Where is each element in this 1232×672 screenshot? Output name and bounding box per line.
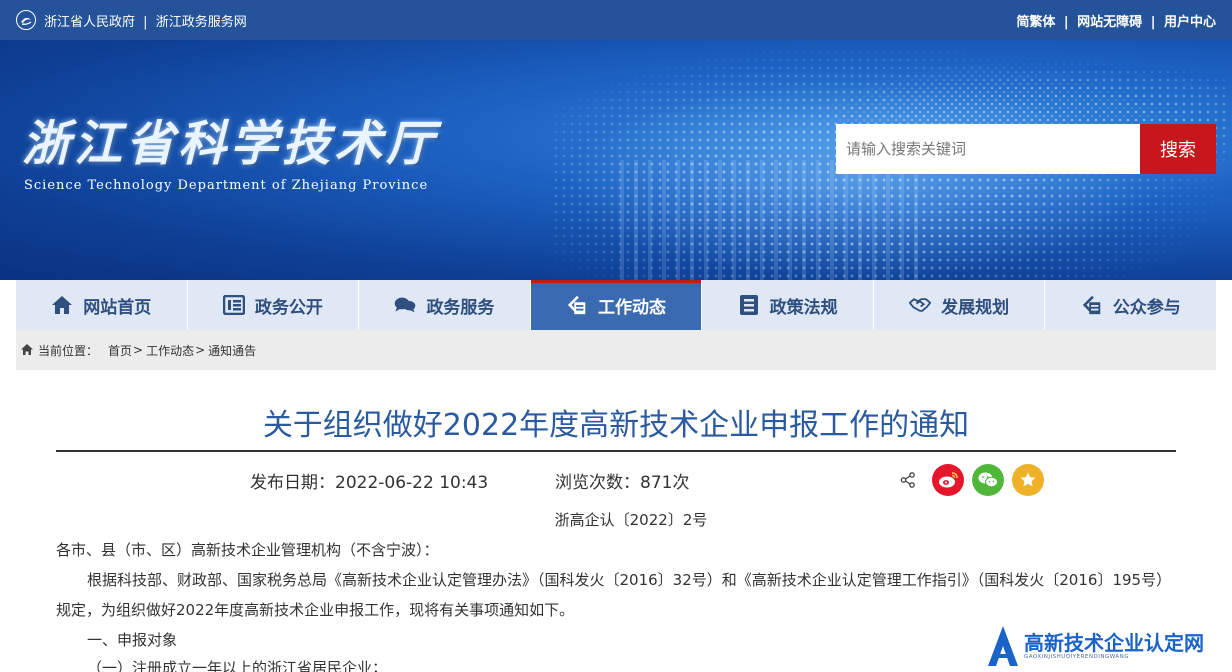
watermark: 高新技术企业认定网 GAOXINJISHUQIYERENDINGWANG	[986, 620, 1232, 672]
document-number: 浙高企认〔2022〕2号	[554, 511, 708, 529]
breadcrumb-home[interactable]: 首页	[108, 342, 132, 359]
top-bar-right: 简繁体 | 网站无障碍 | 用户中心	[1016, 11, 1216, 30]
article-paragraph: （一）注册成立一年以上的浙江省居民企业；	[87, 659, 388, 672]
nav-item-label: 政务公开	[254, 297, 323, 318]
nav-item-label: 公众参与	[1112, 297, 1181, 318]
watermark-logo-icon	[986, 624, 1020, 668]
view-count: 浏览次数：871次	[555, 473, 690, 493]
document-icon	[738, 294, 760, 316]
list-icon	[222, 294, 245, 316]
zhejiang-service-link[interactable]: 浙江政务服务网	[156, 15, 247, 30]
zhejiang-gov-link[interactable]: 浙江省人民政府	[44, 15, 135, 30]
top-bar-left: 浙江省人民政府 | 浙江政务服务网	[16, 10, 247, 30]
diamond-doc-icon	[566, 294, 588, 316]
site-title: 浙江省科学技术厅	[22, 116, 439, 172]
article-title: 关于组织做好2022年度高新技术企业申报工作的通知	[262, 408, 970, 443]
top-bar: 浙江省人民政府 | 浙江政务服务网 简繁体 | 网站无障碍 | 用户中心	[0, 0, 1232, 40]
article-paragraph: 规定，为组织做好2022年度高新技术企业申报工作，现将有关事项通知如下。	[56, 601, 575, 619]
nav-item-label: 工作动态	[598, 297, 667, 318]
simplified-traditional-link[interactable]: 简繁体	[1016, 15, 1055, 30]
breadcrumb-notices[interactable]: 通知通告	[208, 342, 256, 359]
government-emblem-icon	[16, 10, 36, 30]
nav-item-planning[interactable]: 发展规划	[874, 280, 1046, 330]
article-paragraph: 根据科技部、财政部、国家税务总局《高新技术企业认定管理办法》（国科发火〔2016…	[87, 571, 1172, 589]
watermark-text: 高新技术企业认定网 GAOXINJISHUQIYERENDINGWANG	[1024, 632, 1204, 660]
nav-item-label: 发展规划	[941, 297, 1010, 318]
favorite-icon[interactable]	[1012, 464, 1044, 496]
nav-item-public-participation[interactable]: 公众参与	[1045, 280, 1216, 330]
article-paragraph: 各市、县（市、区）高新技术企业管理机构（不含宁波）：	[56, 541, 439, 559]
separator: |	[143, 14, 148, 30]
nav-item-gov-services[interactable]: 政务服务	[359, 280, 531, 330]
share-icon[interactable]	[898, 470, 918, 490]
share-bar	[898, 464, 1044, 496]
weibo-icon[interactable]	[932, 464, 964, 496]
nav-item-gov-affairs[interactable]: 政务公开	[188, 280, 360, 330]
separator: |	[1150, 15, 1156, 30]
home-icon	[51, 294, 73, 316]
nav-item-policy[interactable]: 政策法规	[702, 280, 874, 330]
search-button[interactable]: 搜索	[1140, 124, 1216, 174]
nav-item-label: 政策法规	[769, 297, 838, 318]
header-banner: 浙江省科学技术厅 Science Technology Department o…	[0, 40, 1232, 280]
nav-item-work-news[interactable]: 工作动态	[530, 280, 703, 330]
breadcrumb-separator: >	[195, 343, 206, 357]
search-input[interactable]	[836, 124, 1140, 174]
breadcrumb-prefix: 当前位置：	[38, 343, 99, 358]
home-icon	[20, 343, 34, 357]
main-nav: 网站首页 政务公开 政务服务 工作动态 政策法规 发展规划 公众参与	[16, 280, 1216, 330]
people-icon	[1081, 294, 1103, 316]
chat-icon	[394, 294, 416, 316]
nav-item-label: 政务服务	[426, 297, 495, 318]
title-divider	[56, 450, 1176, 452]
accessibility-link[interactable]: 网站无障碍	[1077, 15, 1142, 30]
handshake-icon	[909, 294, 932, 316]
breadcrumb: 当前位置： 首页 > 工作动态 > 通知通告	[16, 330, 1216, 370]
wechat-icon[interactable]	[972, 464, 1004, 496]
nav-item-label: 网站首页	[83, 297, 152, 318]
separator: |	[1063, 15, 1069, 30]
publish-date: 发布日期：2022-06-22 10:43	[250, 473, 489, 493]
site-subtitle: Science Technology Department of Zhejian…	[24, 178, 429, 193]
search-box: 搜索	[836, 124, 1216, 174]
nav-item-home[interactable]: 网站首页	[16, 280, 188, 330]
banner-light-bars	[620, 160, 920, 280]
article-paragraph: 一、申报对象	[87, 631, 178, 649]
breadcrumb-work-news[interactable]: 工作动态	[146, 342, 194, 359]
user-center-link[interactable]: 用户中心	[1164, 15, 1216, 30]
breadcrumb-separator: >	[133, 343, 144, 357]
watermark-line1: 高新技术企业认定网	[1024, 631, 1204, 655]
